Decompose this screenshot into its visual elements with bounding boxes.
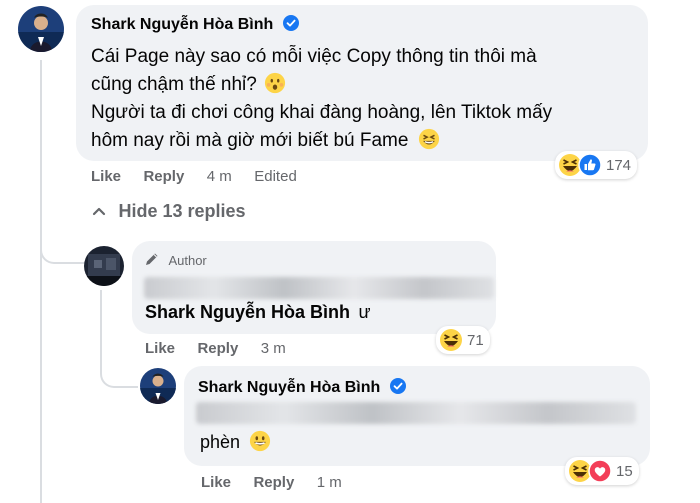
reaction-count: 174	[606, 156, 632, 174]
thread-line-main	[40, 60, 42, 503]
reaction-summary[interactable]: 174	[555, 151, 638, 179]
comment-line: Người ta đi chơi công khai đàng hoàng, l…	[91, 102, 553, 123]
reaction-count: 71	[467, 331, 484, 349]
verified-badge-icon	[389, 378, 406, 399]
chevron-up-icon	[92, 203, 106, 221]
avatar[interactable]	[140, 368, 176, 404]
author-badge: Author	[168, 253, 207, 268]
avatar[interactable]	[18, 6, 64, 52]
timestamp[interactable]: 1 m	[317, 474, 342, 491]
comment-author-name[interactable]: Shark Nguyễn Hòa Bình	[91, 16, 273, 33]
love-icon	[588, 459, 612, 483]
reply-bubble-shark: Shark Nguyễn Hòa Bình phèn	[184, 366, 650, 466]
like-icon	[578, 153, 602, 177]
timestamp[interactable]: 3 m	[261, 340, 286, 357]
grinning-squint-emoji-icon	[418, 128, 442, 152]
edited-label: Edited	[254, 168, 297, 185]
reply-text: phèn	[200, 432, 241, 452]
verified-badge-icon	[282, 15, 299, 36]
comment-bubble: Shark Nguyễn Hòa Bình Cái Page này sao c…	[76, 5, 648, 161]
reply-button[interactable]: Reply	[143, 168, 184, 185]
blurred-username	[144, 277, 494, 299]
timestamp[interactable]: 4 m	[207, 168, 232, 185]
grinning-face-emoji-icon	[249, 430, 273, 454]
haha-icon	[439, 328, 463, 352]
comment-line: Cái Page này sao có mỗi việc Copy thông …	[91, 46, 537, 67]
like-button[interactable]: Like	[201, 474, 231, 491]
comment-text: Cái Page này sao có mỗi việc Copy thông …	[91, 43, 641, 155]
reaction-summary[interactable]: 71	[436, 326, 490, 354]
like-button[interactable]: Like	[145, 340, 175, 357]
like-button[interactable]: Like	[91, 168, 121, 185]
reply-text: ư	[358, 302, 371, 322]
mention-name[interactable]: Shark Nguyễn Hòa Bình	[145, 302, 350, 322]
hide-replies-label: Hide 13 replies	[118, 201, 246, 221]
blurred-mention	[196, 402, 636, 424]
comment-author-name[interactable]: Shark Nguyễn Hòa Bình	[198, 379, 380, 396]
hide-replies-button[interactable]: Hide 13 replies	[92, 201, 246, 222]
hushed-face-emoji-icon	[264, 72, 288, 96]
comment-line: cũng chậm thế nhỉ?	[91, 74, 257, 95]
reply-bubble-author: Author Shark Nguyễn Hòa Bình ư	[132, 241, 496, 334]
reaction-summary[interactable]: 15	[565, 457, 639, 485]
pencil-icon	[144, 251, 160, 272]
thread-connector-author	[40, 226, 86, 264]
comment-line: hôm nay rồi mà giờ mới biết bú Fame	[91, 130, 409, 151]
reply-button[interactable]: Reply	[197, 340, 238, 357]
reply-button[interactable]: Reply	[253, 474, 294, 491]
reaction-count: 15	[616, 462, 633, 480]
avatar[interactable]	[84, 246, 124, 286]
